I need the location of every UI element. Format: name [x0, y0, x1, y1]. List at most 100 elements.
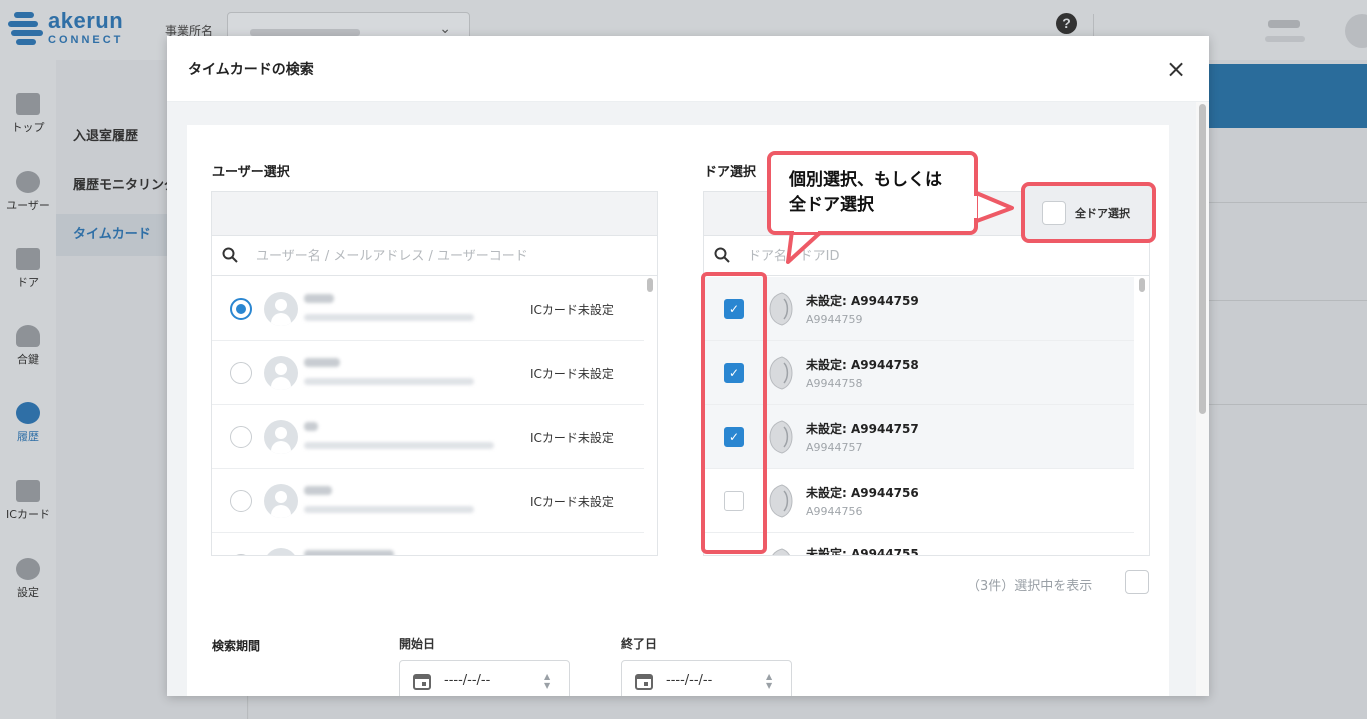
user-panel-header	[212, 192, 657, 236]
user-row[interactable]: ICカード未設定	[212, 341, 644, 405]
show-selected-checkbox[interactable]	[1125, 570, 1149, 594]
user-email-blurred	[304, 442, 494, 449]
content-row-divider	[1208, 202, 1367, 203]
user-radio[interactable]	[230, 362, 252, 384]
user-row[interactable]: ICカード未設定	[212, 469, 644, 533]
door-row[interactable]: 未設定: A9944756 A9944756	[704, 469, 1134, 533]
door-checkbox[interactable]	[724, 555, 744, 556]
user-row[interactable]	[212, 533, 644, 555]
ic-card-status: ICカード未設定	[530, 431, 614, 445]
content-header-bar	[1190, 64, 1367, 128]
ic-card-status: ICカード未設定	[530, 367, 614, 381]
calendar-icon	[413, 674, 431, 690]
logo-mark-icon	[8, 12, 44, 46]
history-icon	[16, 402, 40, 424]
user-name-blurred	[304, 358, 340, 367]
nav-label: ユーザー	[6, 199, 50, 212]
door-row[interactable]: ✓ 未設定: A9944758 A9944758	[704, 341, 1134, 405]
end-date-input[interactable]: ----/--/-- ▲ ▼	[621, 660, 792, 696]
ic-card-status: ICカード未設定	[530, 495, 614, 509]
door-id: A9944758	[806, 377, 863, 390]
user-radio-selected[interactable]	[230, 298, 252, 320]
user-email-blurred	[304, 506, 474, 513]
akerun-device-icon	[769, 420, 793, 454]
spinner-icon[interactable]: ▲ ▼	[766, 672, 772, 690]
door-name: 未設定: A9944759	[806, 294, 919, 308]
door-checkbox-checked[interactable]: ✓	[724, 363, 744, 383]
user-email-blurred	[304, 314, 474, 321]
annotation-callout: 個別選択、もしくは 全ドア選択	[767, 151, 978, 235]
user-avatar-icon	[264, 484, 298, 518]
user-row[interactable]: ICカード未設定	[212, 405, 644, 469]
nav-label: 履歴	[17, 430, 39, 443]
user-sub-blurred	[1265, 36, 1305, 42]
user-name-blurred	[1268, 20, 1300, 28]
nav-item-users[interactable]: ユーザー	[0, 171, 56, 213]
spinner-icon[interactable]: ▲ ▼	[544, 672, 550, 690]
door-row[interactable]: 未設定: A9944755	[704, 533, 1134, 556]
akerun-device-icon	[769, 292, 793, 326]
akerun-device-icon	[769, 484, 793, 518]
user-name-blurred	[304, 294, 334, 303]
akerun-logo[interactable]: akerun CONNECT	[8, 8, 148, 50]
card-icon	[16, 480, 40, 502]
user-list-scrollbar[interactable]	[647, 278, 653, 292]
start-date-label: 開始日	[399, 637, 436, 651]
period-label: 検索期間	[212, 639, 261, 653]
modal-header: タイムカードの検索 ×	[167, 36, 1209, 102]
door-id: A9944757	[806, 441, 863, 454]
nav-item-doors[interactable]: ドア	[0, 248, 56, 290]
door-id: A9944756	[806, 505, 863, 518]
users-icon	[16, 171, 40, 193]
nav-item-ic-card[interactable]: ICカード	[0, 480, 56, 522]
select-all-doors-checkbox[interactable]	[1042, 201, 1066, 225]
door-id: A9944759	[806, 313, 863, 326]
end-date-label: 終了日	[621, 637, 658, 651]
show-selected-label: （3件）選択中を表示	[967, 579, 1093, 594]
akerun-device-icon	[769, 356, 793, 390]
chevron-down-icon: ⌄	[439, 21, 451, 37]
nav-label: 設定	[17, 586, 39, 599]
door-checkbox[interactable]	[724, 491, 744, 511]
user-row[interactable]: ICカード未設定	[212, 277, 644, 341]
end-date-value: ----/--/--	[666, 673, 713, 688]
door-select-label: ドア選択	[704, 165, 757, 180]
help-icon[interactable]: ?	[1056, 13, 1077, 34]
user-avatar-icon	[264, 292, 298, 326]
user-radio[interactable]	[230, 426, 252, 448]
user-email-blurred	[304, 378, 474, 385]
modal-title: タイムカードの検索	[188, 62, 314, 78]
door-checkbox-checked[interactable]: ✓	[724, 299, 744, 319]
user-search-input[interactable]	[256, 244, 636, 268]
nav-item-history[interactable]: 履歴	[0, 402, 56, 444]
door-checkbox-checked[interactable]: ✓	[724, 427, 744, 447]
user-avatar-icon	[264, 420, 298, 454]
user-name-blurred	[304, 550, 394, 555]
logo-text: akerun	[48, 8, 124, 33]
door-name: 未設定: A9944756	[806, 486, 919, 500]
user-select-panel: ICカード未設定 ICカード未設定 ICカード未設定	[211, 191, 658, 556]
select-all-doors-label: 全ドア選択	[1075, 207, 1130, 220]
door-row[interactable]: ✓ 未設定: A9944757 A9944757	[704, 405, 1134, 469]
door-name: 未設定: A9944755	[806, 547, 919, 556]
user-radio[interactable]	[230, 554, 252, 555]
door-row[interactable]: ✓ 未設定: A9944759 A9944759	[704, 277, 1134, 341]
akerun-device-icon	[772, 548, 790, 555]
user-name-blurred	[304, 422, 318, 431]
user-avatar-icon	[264, 356, 298, 390]
close-icon[interactable]: ×	[1163, 56, 1189, 82]
user-search-bar	[212, 236, 657, 276]
modal-scrollbar[interactable]	[1199, 104, 1206, 414]
user-radio[interactable]	[230, 490, 252, 512]
gear-icon	[16, 558, 40, 580]
user-avatar[interactable]	[1345, 14, 1367, 48]
start-date-input[interactable]: ----/--/-- ▲ ▼	[399, 660, 570, 696]
search-icon	[714, 247, 730, 263]
door-name: 未設定: A9944758	[806, 358, 919, 372]
nav-item-top[interactable]: トップ	[0, 93, 56, 135]
calendar-icon	[635, 674, 653, 690]
nav-item-settings[interactable]: 設定	[0, 558, 56, 600]
door-search-input[interactable]	[748, 244, 1128, 268]
door-list-scrollbar[interactable]	[1139, 278, 1145, 292]
nav-item-keys[interactable]: 合鍵	[0, 325, 56, 367]
